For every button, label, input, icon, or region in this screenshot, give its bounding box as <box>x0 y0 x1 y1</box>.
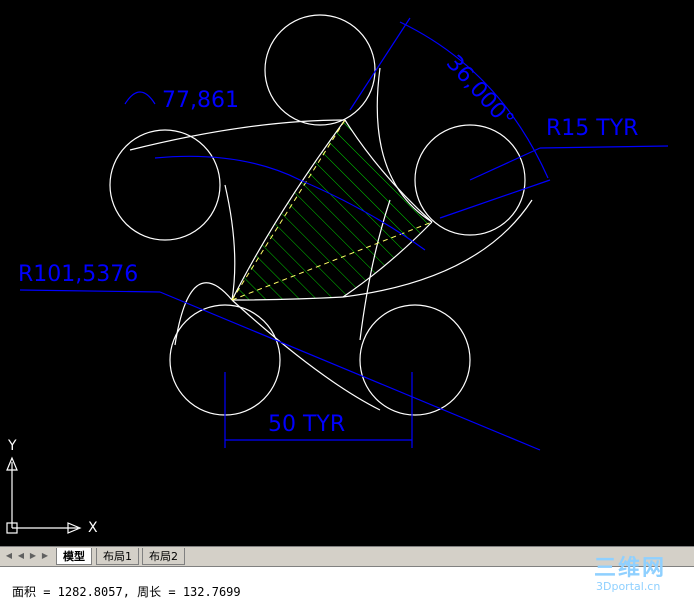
arc-length-dimension-text[interactable]: 77,861 <box>162 90 239 112</box>
circle-left <box>109 129 221 241</box>
last-tab-icon[interactable]: ▶ <box>40 550 50 562</box>
drawing-canvas[interactable]: 36,000° 77,861 R15 TYR R101,5376 50 TYR … <box>0 0 694 546</box>
prev-tab-icon[interactable]: ◀ <box>16 550 26 562</box>
next-tab-icon[interactable]: ▶ <box>28 550 38 562</box>
first-tab-icon[interactable]: ◀ <box>4 550 14 562</box>
command-output-text: 面积 = 1282.8057, 周长 = 132.7699 <box>12 585 241 599</box>
tab-layout2[interactable]: 布局2 <box>142 548 185 565</box>
ucs-icon <box>6 456 82 534</box>
large-radius-dimension-text[interactable]: R101,5376 <box>18 264 138 286</box>
watermark-site: 3Dportal.cn <box>596 580 661 593</box>
watermark-brand: 三维网 <box>594 556 667 581</box>
tab-layout1[interactable]: 布局1 <box>96 548 139 565</box>
hatched-region[interactable] <box>232 120 432 300</box>
ucs-y-label: Y <box>8 438 17 454</box>
tab-model[interactable]: 模型 <box>56 548 92 565</box>
ucs-x-label: X <box>88 520 98 536</box>
watermark-logo: 三维网 3Dportal.cn <box>590 550 690 598</box>
circle-top <box>264 14 376 126</box>
linear-dimension-text[interactable]: 50 TYR <box>268 414 345 436</box>
small-radius-dimension-text[interactable]: R15 TYR <box>546 118 638 140</box>
